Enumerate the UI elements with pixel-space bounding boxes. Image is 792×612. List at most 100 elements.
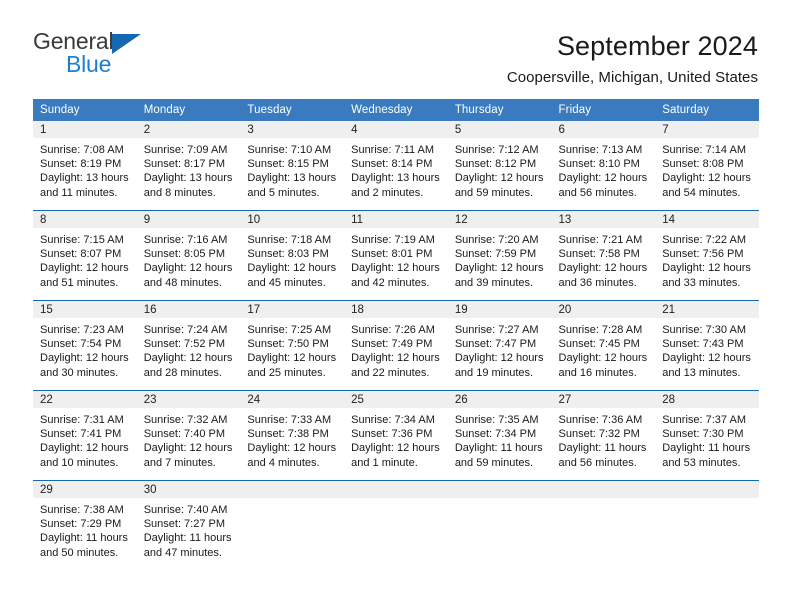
sunrise-text: Sunrise: 7:26 AM [351, 324, 435, 336]
daylight-text-line1: Daylight: 11 hours [143, 532, 232, 545]
daylight-text-line2: and 47 minutes. [143, 546, 222, 559]
sunset-text: Sunset: 7:32 PM [558, 428, 640, 441]
day-details: Sunrise: 7:14 AM Sunset: 8:08 PM Daylight:… [655, 138, 759, 200]
day-details: Sunrise: 7:19 AM Sunset: 8:01 PM Daylight:… [344, 228, 448, 290]
day-number: 1 [33, 121, 137, 138]
sunrise-text: Sunrise: 7:37 AM [662, 414, 746, 426]
day-details: Sunrise: 7:24 AM Sunset: 7:52 PM Daylight:… [137, 318, 241, 380]
calendar-week-row: 1 Sunrise: 7:08 AM Sunset: 8:19 PM Daylight… [33, 121, 759, 211]
day-number: 10 [240, 211, 345, 228]
calendar-day-cell[interactable]: 27 Sunrise: 7:36 AM Sunset: 7:32 PM Dayligh… [551, 390, 656, 481]
calendar-day-cell[interactable]: 20 Sunrise: 7:28 AM Sunset: 7:45 PM Dayligh… [551, 300, 656, 391]
day-details: Sunrise: 7:28 AM Sunset: 7:45 PM Daylight:… [552, 318, 656, 380]
calendar-day-cell[interactable]: 30 Sunrise: 7:40 AM Sunset: 7:27 PM Dayligh… [136, 480, 241, 570]
title-block: September 2024 Coopersville, Michigan, U… [507, 28, 758, 88]
calendar-day-cell[interactable]: 13 Sunrise: 7:21 AM Sunset: 7:58 PM Dayligh… [551, 210, 656, 301]
sunrise-text: Sunrise: 7:13 AM [558, 144, 643, 156]
daylight-text-line2: and 54 minutes. [662, 186, 741, 199]
calendar-body: 1 Sunrise: 7:08 AM Sunset: 8:19 PM Daylight… [33, 121, 759, 570]
calendar-day-cell[interactable]: 18 Sunrise: 7:26 AM Sunset: 7:49 PM Dayligh… [344, 300, 448, 391]
daylight-text-line1: Daylight: 12 hours [247, 262, 337, 275]
sunrise-text: Sunrise: 7:16 AM [143, 234, 228, 246]
weekday-header-friday: Friday [551, 99, 656, 121]
weekday-header-wednesday: Wednesday [344, 99, 448, 121]
daylight-text-line2: and 16 minutes. [558, 366, 637, 379]
calendar-day-cell[interactable]: 15 Sunrise: 7:23 AM Sunset: 7:54 PM Dayligh… [33, 300, 137, 391]
calendar-day-cell[interactable]: 14 Sunrise: 7:22 AM Sunset: 7:56 PM Dayligh… [655, 210, 759, 301]
calendar-day-cell[interactable]: 8 Sunrise: 7:15 AM Sunset: 8:07 PM Daylight… [33, 210, 137, 301]
sunrise-text: Sunrise: 7:32 AM [143, 414, 228, 426]
weekday-header-saturday: Saturday [655, 99, 759, 121]
calendar-day-cell[interactable]: 16 Sunrise: 7:24 AM Sunset: 7:52 PM Dayligh… [136, 300, 241, 391]
daylight-text-line2: and 2 minutes. [351, 186, 424, 199]
daylight-text-line2: and 45 minutes. [247, 276, 326, 289]
calendar-day-cell[interactable]: 10 Sunrise: 7:18 AM Sunset: 8:03 PM Dayligh… [240, 210, 345, 301]
day-number: 7 [655, 121, 759, 138]
calendar-day-cell[interactable]: 1 Sunrise: 7:08 AM Sunset: 8:19 PM Daylight… [33, 121, 137, 211]
daylight-text-line2: and 4 minutes. [247, 456, 320, 469]
sunset-text: Sunset: 7:58 PM [558, 248, 640, 261]
calendar-day-cell[interactable]: 19 Sunrise: 7:27 AM Sunset: 7:47 PM Dayligh… [447, 300, 552, 391]
calendar-day-cell[interactable]: 5 Sunrise: 7:12 AM Sunset: 8:12 PM Daylight… [447, 121, 552, 211]
daylight-text-line2: and 30 minutes. [40, 366, 119, 379]
calendar-day-cell[interactable]: 23 Sunrise: 7:32 AM Sunset: 7:40 PM Dayligh… [136, 390, 241, 481]
sunset-text: Sunset: 7:41 PM [40, 428, 122, 441]
day-number: 29 [33, 481, 137, 498]
day-details: Sunrise: 7:23 AM Sunset: 7:54 PM Daylight:… [33, 318, 137, 380]
day-details: Sunrise: 7:31 AM Sunset: 7:41 PM Daylight:… [33, 408, 137, 470]
daylight-text-line1: Daylight: 12 hours [40, 442, 129, 455]
calendar-day-cell[interactable]: 29 Sunrise: 7:38 AM Sunset: 7:29 PM Dayligh… [33, 480, 137, 570]
calendar-week-row: 8 Sunrise: 7:15 AM Sunset: 8:07 PM Daylight… [33, 210, 759, 301]
day-details: Sunrise: 7:32 AM Sunset: 7:40 PM Daylight:… [137, 408, 241, 470]
calendar-day-cell[interactable]: 26 Sunrise: 7:35 AM Sunset: 7:34 PM Dayligh… [447, 390, 552, 481]
calendar-day-cell[interactable]: 21 Sunrise: 7:30 AM Sunset: 7:43 PM Dayligh… [655, 300, 759, 391]
day-details: Sunrise: 7:21 AM Sunset: 7:58 PM Daylight:… [552, 228, 656, 290]
day-number: 20 [551, 301, 656, 318]
calendar-day-cell[interactable]: 17 Sunrise: 7:25 AM Sunset: 7:50 PM Dayligh… [240, 300, 345, 391]
daylight-text-line1: Daylight: 12 hours [247, 442, 337, 455]
sunset-text: Sunset: 7:29 PM [40, 518, 122, 531]
sunrise-text: Sunrise: 7:10 AM [247, 144, 332, 156]
calendar-day-cell-empty [240, 480, 345, 570]
calendar-day-cell[interactable]: 12 Sunrise: 7:20 AM Sunset: 7:59 PM Dayligh… [447, 210, 552, 301]
day-details: Sunrise: 7:10 AM Sunset: 8:15 PM Daylight:… [240, 138, 344, 200]
page-subtitle: Coopersville, Michigan, United States [506, 69, 758, 86]
daylight-text-line2: and 28 minutes. [143, 366, 222, 379]
day-number: 16 [136, 301, 241, 318]
day-number: 4 [344, 121, 448, 138]
sunrise-text: Sunrise: 7:14 AM [662, 144, 746, 156]
calendar-day-cell[interactable]: 25 Sunrise: 7:34 AM Sunset: 7:36 PM Dayligh… [344, 390, 448, 481]
sunrise-text: Sunrise: 7:40 AM [143, 504, 228, 516]
sunset-text: Sunset: 7:54 PM [40, 338, 122, 351]
calendar-day-cell[interactable]: 22 Sunrise: 7:31 AM Sunset: 7:41 PM Dayligh… [33, 390, 137, 481]
calendar-day-cell[interactable]: 28 Sunrise: 7:37 AM Sunset: 7:30 PM Dayligh… [655, 390, 759, 481]
day-details: Sunrise: 7:27 AM Sunset: 7:47 PM Daylight:… [448, 318, 552, 380]
sunset-text: Sunset: 7:34 PM [454, 428, 537, 441]
calendar-day-cell[interactable]: 7 Sunrise: 7:14 AM Sunset: 8:08 PM Daylight… [655, 121, 759, 211]
day-details: Sunrise: 7:34 AM Sunset: 7:36 PM Daylight:… [344, 408, 448, 470]
sunrise-text: Sunrise: 7:22 AM [662, 234, 746, 246]
general-blue-logo[interactable]: General Blue [33, 28, 173, 80]
calendar-day-cell[interactable]: 6 Sunrise: 7:13 AM Sunset: 8:10 PM Daylight… [551, 121, 656, 211]
daylight-text-line2: and 42 minutes. [351, 276, 430, 289]
daylight-text-line1: Daylight: 13 hours [247, 172, 337, 185]
sunrise-text: Sunrise: 7:20 AM [454, 234, 539, 246]
daylight-text-line1: Daylight: 12 hours [662, 352, 751, 365]
daylight-text-line2: and 50 minutes. [40, 546, 119, 559]
weekday-header-monday: Monday [136, 99, 241, 121]
day-number: 17 [240, 301, 345, 318]
calendar-day-cell[interactable]: 11 Sunrise: 7:19 AM Sunset: 8:01 PM Dayligh… [344, 210, 448, 301]
calendar-day-cell[interactable]: 2 Sunrise: 7:09 AM Sunset: 8:17 PM Daylight… [136, 121, 241, 211]
daylight-text-line2: and 10 minutes. [40, 456, 119, 469]
daylight-text-line1: Daylight: 13 hours [351, 172, 440, 185]
calendar-day-cell[interactable]: 24 Sunrise: 7:33 AM Sunset: 7:38 PM Dayligh… [240, 390, 345, 481]
calendar-day-cell[interactable]: 4 Sunrise: 7:11 AM Sunset: 8:14 PM Daylight… [344, 121, 448, 211]
calendar-day-cell[interactable]: 3 Sunrise: 7:10 AM Sunset: 8:15 PM Daylight… [240, 121, 345, 211]
day-number: 27 [551, 391, 656, 408]
calendar-day-cell[interactable]: 9 Sunrise: 7:16 AM Sunset: 8:05 PM Daylight… [136, 210, 241, 301]
page-title: September 2024 [556, 31, 758, 61]
daylight-text-line1: Daylight: 11 hours [662, 442, 751, 455]
daylight-text-line1: Daylight: 12 hours [454, 262, 544, 275]
sunrise-text: Sunrise: 7:31 AM [40, 414, 124, 426]
sunrise-text: Sunrise: 7:11 AM [351, 144, 435, 156]
